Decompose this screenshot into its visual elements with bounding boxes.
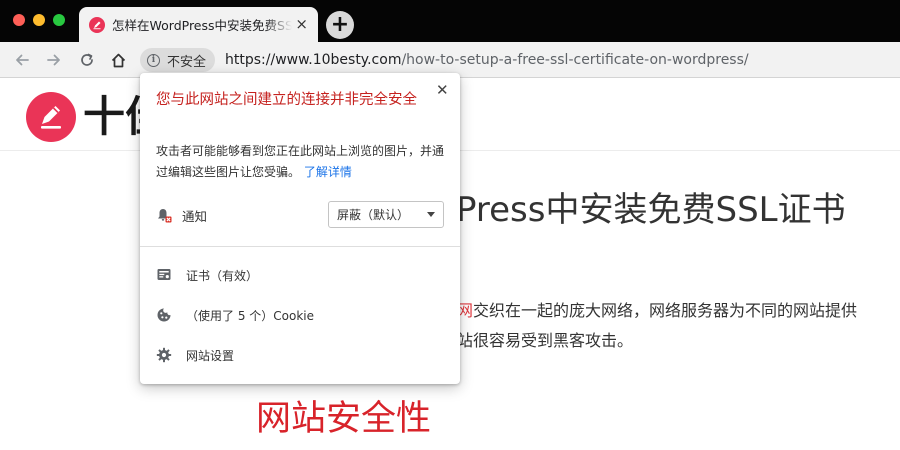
article-paragraph-line: 网交织在一起的庞大网络，网络服务器为不同的网站提供 [457,297,857,321]
chevron-down-icon [427,212,435,217]
section-heading: 网站安全性 [256,399,432,439]
url-path: /how-to-setup-a-free-ssl-certificate-on-… [401,52,749,68]
security-indicator-button[interactable]: i 不安全 [140,48,216,72]
window-maximize-button[interactable] [53,14,65,26]
browser-tab[interactable]: 怎样在WordPress中安装免费SSL证书 × [79,7,318,42]
certificate-icon [157,269,171,280]
url-host: https://www.10besty.com [225,52,402,68]
home-icon[interactable] [107,50,129,70]
connection-warning-description: 攻击者可能能够看到您正在此网站上浏览的图片，并通过编辑这些图片让您受骗。 了解详… [156,141,448,183]
site-favicon-icon [89,16,105,33]
cookies-label: （使用了 5 个）Cookie [186,308,314,323]
window-minimize-button[interactable] [33,14,45,26]
tab-close-icon[interactable]: × [295,17,308,32]
gear-icon [156,347,172,363]
certificate-label: 证书（有效） [186,268,259,283]
notification-permission-value: 屏蔽（默认） [337,208,410,222]
site-settings-item[interactable]: 网站设置 [156,342,446,368]
learn-more-link[interactable]: 了解详情 [304,165,352,179]
info-icon: i [147,53,160,67]
site-logo-icon[interactable] [26,92,76,142]
divider [140,246,460,247]
tab-title: 怎样在WordPress中安装免费SSL证书 [112,18,292,33]
url-text[interactable]: https://www.10besty.com/how-to-setup-a-f… [225,52,749,68]
notification-permission-select[interactable]: 屏蔽（默认） [328,201,444,228]
forward-arrow-icon[interactable] [43,50,65,70]
back-arrow-icon[interactable] [11,50,33,70]
notification-permission-label: 通知 [182,208,208,224]
article-text: 交织在一起的庞大网络，网络服务器为不同的网站提供 [473,301,858,320]
tab-strip: 怎样在WordPress中安装免费SSL证书 × + [0,0,900,42]
article-paragraph-line: 站很容易受到黑客攻击。 [457,331,634,350]
security-label: 不安全 [167,54,207,70]
page-info-bubble: 您与此网站之间建立的连接并非完全安全 ✕ 攻击者可能能够看到您正在此网站上浏览的… [140,73,460,384]
article-title: Press中安装免费SSL证书 [456,190,846,230]
new-tab-button[interactable]: + [326,11,354,39]
reload-icon[interactable] [76,50,98,70]
description-text: 攻击者可能能够看到您正在此网站上浏览的图片，并通过编辑这些图片让您受骗。 [156,144,445,179]
notification-permission-row: 通知 屏蔽（默认） [156,201,446,229]
connection-warning-title: 您与此网站之间建立的连接并非完全安全 [156,92,417,108]
bell-blocked-icon [158,209,172,223]
certificate-item[interactable]: 证书（有效） [156,262,446,288]
omnibox[interactable]: i 不安全 https://www.10besty.com/how-to-set… [140,47,900,73]
cookie-icon [157,308,171,322]
site-settings-label: 网站设置 [186,348,235,363]
close-icon[interactable]: ✕ [436,81,449,99]
window-close-button[interactable] [13,14,25,26]
cookies-item[interactable]: （使用了 5 个）Cookie [156,302,446,328]
